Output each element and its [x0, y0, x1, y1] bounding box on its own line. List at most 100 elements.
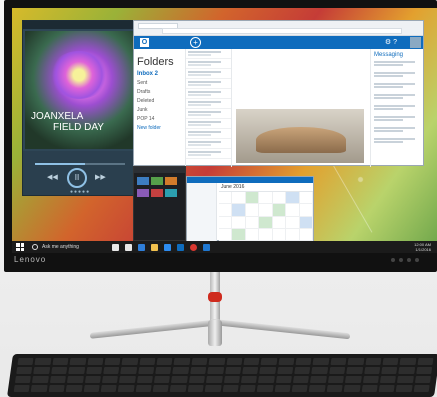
- folder-item[interactable]: New folder: [137, 125, 182, 131]
- list-item[interactable]: [186, 99, 231, 109]
- folder-item[interactable]: Sent: [137, 80, 182, 86]
- keyboard-key: [239, 385, 256, 392]
- list-item[interactable]: [186, 119, 231, 129]
- list-item[interactable]: [374, 72, 422, 80]
- list-item[interactable]: [186, 139, 231, 149]
- keyboard-key: [137, 367, 155, 374]
- secondary-app-window[interactable]: [133, 166, 186, 241]
- calendar-grid[interactable]: [219, 191, 313, 241]
- list-item[interactable]: [186, 69, 231, 79]
- keyboard-key: [152, 385, 170, 392]
- keyboard-key: [382, 358, 399, 365]
- list-item[interactable]: [374, 127, 422, 135]
- keyboard-key: [13, 385, 31, 392]
- address-bar[interactable]: [162, 28, 402, 34]
- keyboard-key: [172, 367, 189, 374]
- previous-track-button[interactable]: ◀◀: [47, 173, 58, 181]
- next-track-button[interactable]: ▶▶: [95, 173, 106, 181]
- keyboard-key: [170, 385, 187, 392]
- list-item[interactable]: [186, 49, 231, 59]
- list-item[interactable]: [186, 129, 231, 139]
- new-message-button[interactable]: +: [190, 37, 201, 48]
- folder-item[interactable]: Junk: [137, 107, 182, 113]
- keyboard-key: [311, 367, 328, 374]
- keyboard-key: [103, 367, 120, 374]
- keyboard-key: [398, 367, 415, 374]
- keyboard-key: [242, 367, 259, 374]
- list-item[interactable]: [186, 79, 231, 89]
- list-item[interactable]: [186, 59, 231, 69]
- mail-app-window[interactable]: O + ⚙ ? Folders Inbox 2 Sent Drafts Dele…: [133, 20, 424, 167]
- list-item[interactable]: [186, 149, 231, 159]
- list-item[interactable]: [374, 94, 422, 102]
- calendar-app-window[interactable]: June 2016: [186, 176, 314, 242]
- calendar-title: June 2016: [221, 184, 245, 190]
- keyboard-key: [204, 385, 222, 392]
- folder-item[interactable]: Deleted: [137, 98, 182, 104]
- album-art: JOANXELA FIELD DAY: [25, 31, 133, 149]
- keyboard-key: [330, 358, 347, 365]
- start-button[interactable]: [16, 243, 24, 251]
- keyboard-key: [156, 358, 173, 365]
- keyboard-key: [206, 376, 223, 383]
- music-app-window[interactable]: JOANXELA FIELD DAY ◀◀ II ▶▶ ●●●●●: [22, 20, 136, 196]
- taskbar: Ask me anything 12:00 AM 1/1/2016: [12, 241, 437, 253]
- list-item[interactable]: [374, 83, 422, 91]
- microphone-icon[interactable]: [112, 243, 119, 251]
- keyboard-key: [326, 385, 343, 392]
- keyboard-key: [189, 367, 207, 374]
- browser-chrome: [134, 21, 423, 36]
- outlook-logo-icon: O: [140, 38, 149, 47]
- keyboard-key: [222, 385, 239, 392]
- list-item[interactable]: [374, 138, 422, 146]
- keyboard-key: [260, 358, 278, 365]
- message-subject: [236, 53, 366, 59]
- keyboard-key: [399, 358, 417, 365]
- store-icon[interactable]: [164, 243, 171, 251]
- keyboard-key: [208, 358, 225, 365]
- keyboard-key: [258, 376, 275, 383]
- keyboard-key: [121, 358, 139, 365]
- playback-controls: ◀◀ II ▶▶ ●●●●●: [23, 151, 135, 195]
- music-icon[interactable]: [190, 243, 197, 251]
- header-icons[interactable]: ⚙ ?: [385, 38, 397, 46]
- keyboard-key: [381, 367, 398, 374]
- keyboard-key: [343, 385, 361, 392]
- search-input[interactable]: Ask me anything: [42, 244, 106, 250]
- keyboard-key: [67, 376, 84, 383]
- list-item[interactable]: [374, 61, 422, 69]
- music-titlebar[interactable]: [23, 21, 135, 29]
- mail-icon[interactable]: [177, 243, 184, 251]
- page-dots: ●●●●●: [70, 189, 91, 195]
- attached-photo[interactable]: [236, 109, 364, 163]
- list-item[interactable]: [186, 89, 231, 99]
- play-pause-button[interactable]: II: [67, 168, 87, 188]
- list-item[interactable]: [186, 109, 231, 119]
- avatar[interactable]: [410, 37, 421, 48]
- file-explorer-icon[interactable]: [151, 243, 158, 251]
- edge-browser-icon[interactable]: [138, 243, 145, 251]
- calendar-icon[interactable]: [203, 243, 210, 251]
- keyboard-key: [328, 367, 346, 374]
- search-icon[interactable]: [32, 244, 38, 250]
- keyboard-key: [243, 358, 260, 365]
- list-item[interactable]: [374, 105, 422, 113]
- keyboard-key: [397, 376, 414, 383]
- keyboard-key: [295, 358, 312, 365]
- keyboard-key: [101, 376, 119, 383]
- folder-item[interactable]: Inbox 2: [137, 71, 182, 77]
- keyboard-key: [117, 385, 135, 392]
- folder-item[interactable]: POP 14: [137, 116, 182, 122]
- keyboard-key: [259, 367, 276, 374]
- list-item[interactable]: [374, 116, 422, 124]
- seek-bar[interactable]: [35, 163, 125, 165]
- keyboard: [6, 354, 437, 397]
- system-clock[interactable]: 12:00 AM 1/1/2016: [414, 242, 431, 252]
- folder-item[interactable]: Drafts: [137, 89, 182, 95]
- reading-pane: [232, 49, 370, 167]
- desktop-screen: JOANXELA FIELD DAY ◀◀ II ▶▶ ●●●●● O + ⚙ …: [12, 8, 437, 253]
- keyboard-key: [327, 376, 345, 383]
- monitor-buttons: [391, 258, 419, 262]
- task-view-icon[interactable]: [125, 243, 132, 251]
- monitor-stand-base: [90, 318, 350, 346]
